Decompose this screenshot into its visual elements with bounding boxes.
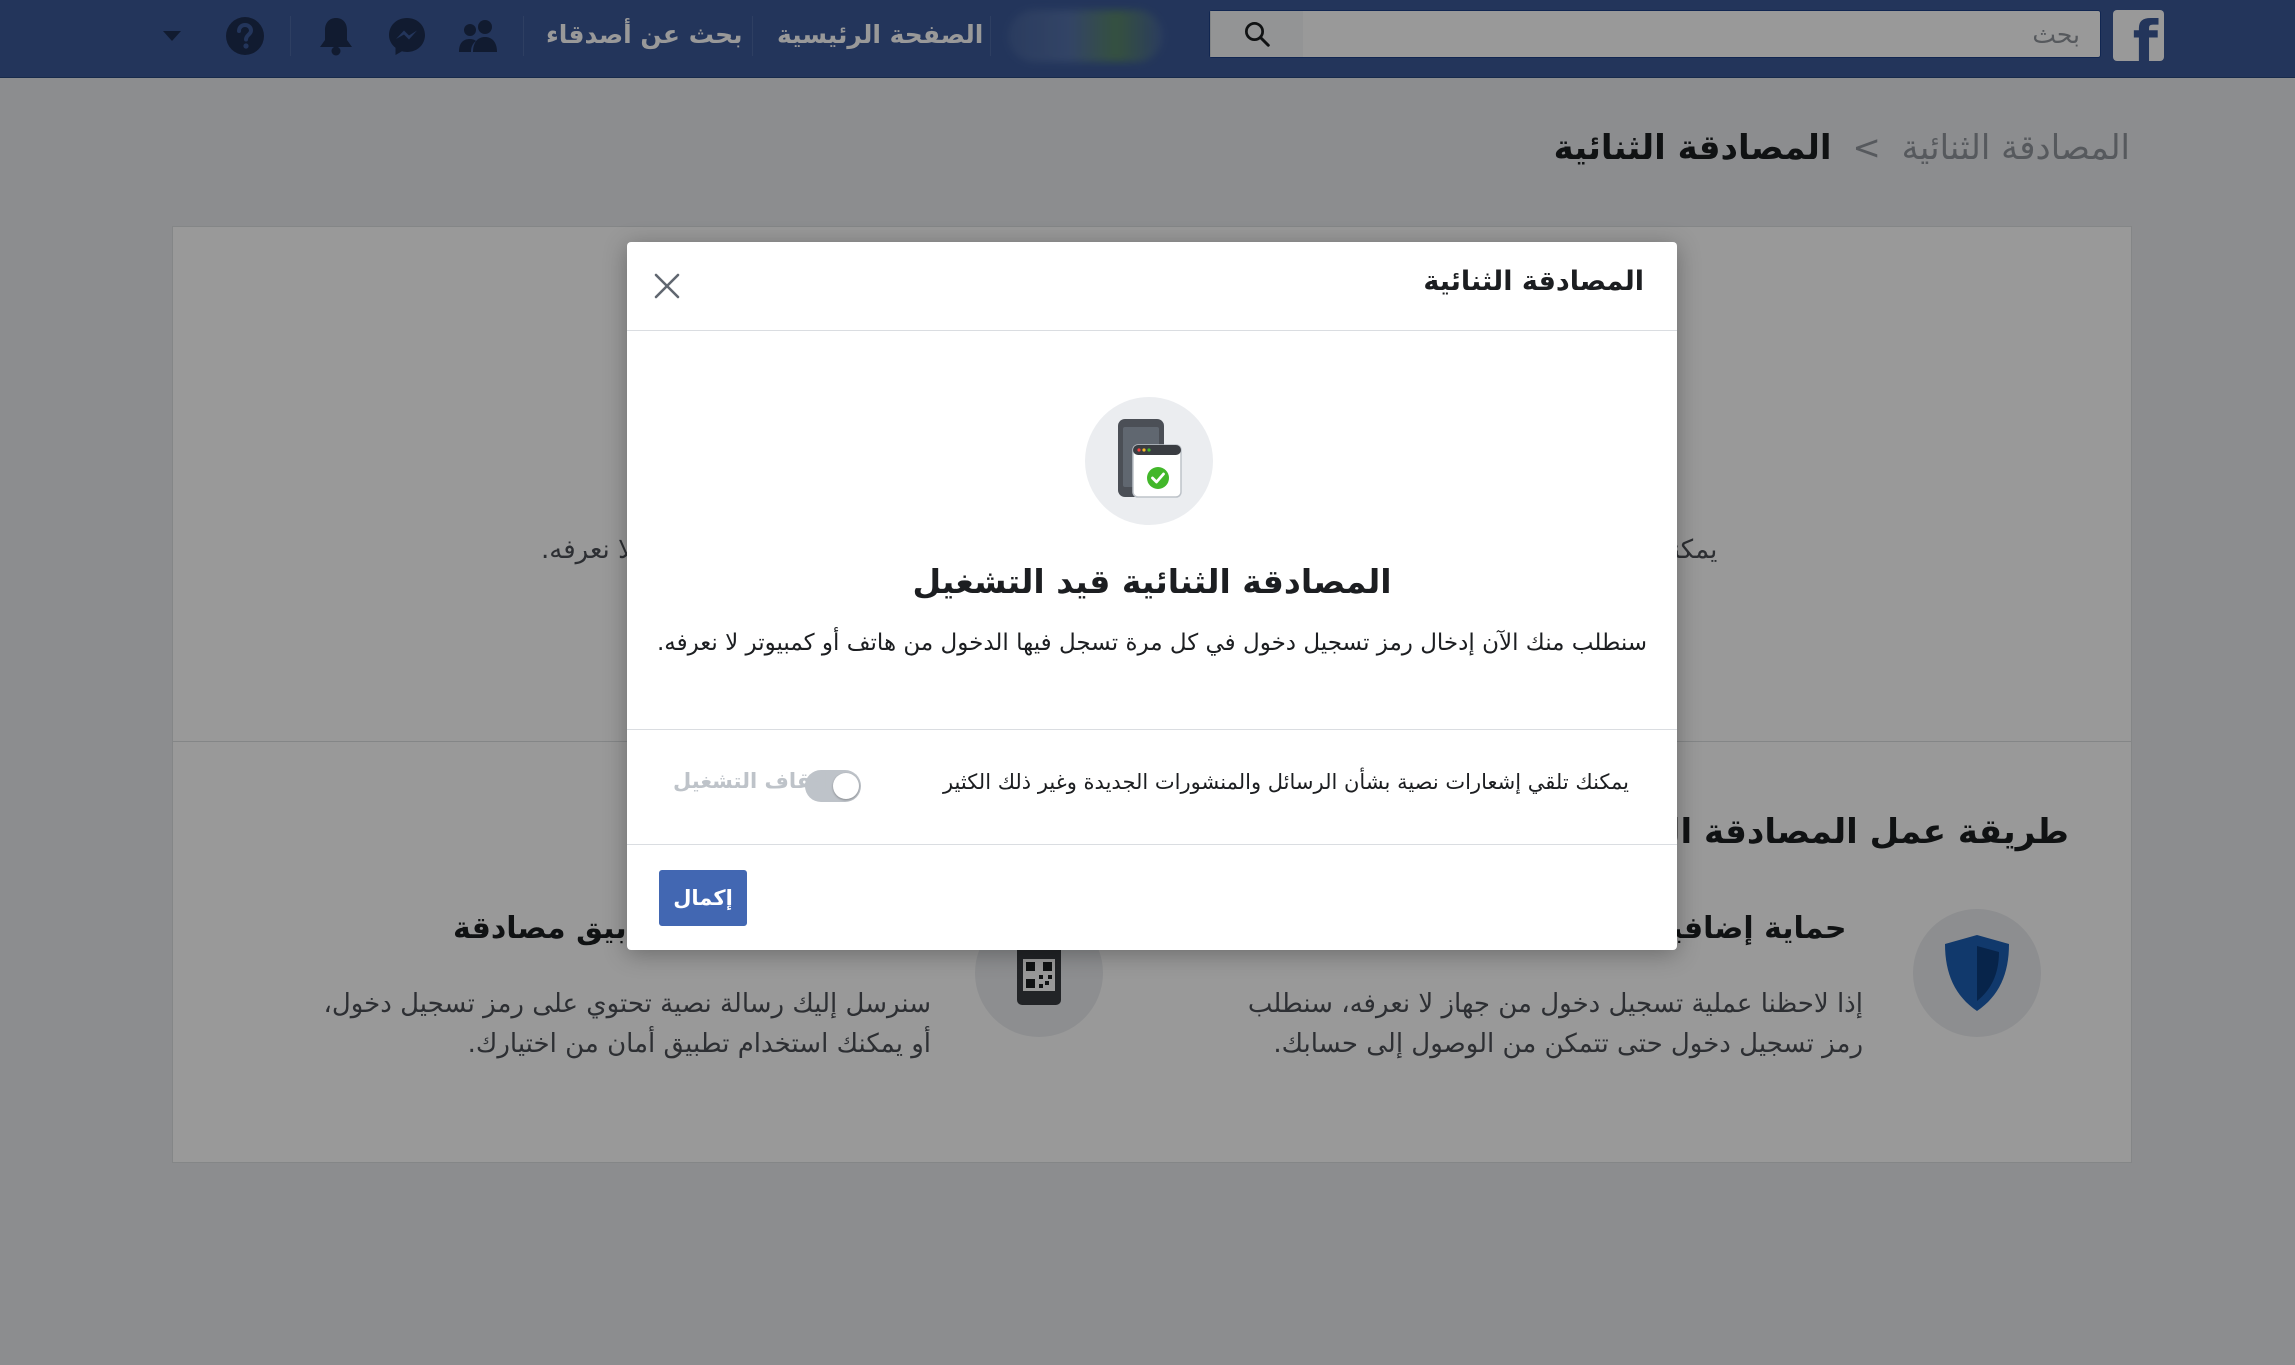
- dialog-header: المصادقة الثنائية: [627, 242, 1677, 331]
- phone-shield-check-icon: [1118, 419, 1182, 498]
- dialog-heading: المصادقة الثنائية قيد التشغيل: [912, 562, 1392, 601]
- toggle-knob: [833, 773, 859, 799]
- dialog-description: سنطلب منك الآن إدخال رمز تسجيل دخول في ك…: [656, 630, 1648, 656]
- hero-circle: [1085, 397, 1213, 525]
- close-icon: [654, 273, 680, 299]
- sms-notifications-text: يمكنك تلقي إشعارات نصية بشأن الرسائل وال…: [942, 770, 1629, 794]
- sms-notifications-row: يمكنك تلقي إشعارات نصية بشأن الرسائل وال…: [627, 729, 1677, 845]
- complete-button[interactable]: إكمال: [659, 870, 747, 926]
- toggle-label: إيقاف التشغيل: [673, 769, 827, 793]
- close-button[interactable]: [647, 266, 687, 306]
- two-factor-dialog: المصادقة الثنائية المصادقة الثنائية قيد …: [627, 242, 1677, 950]
- dialog-title: المصادقة الثنائية: [1423, 266, 1644, 297]
